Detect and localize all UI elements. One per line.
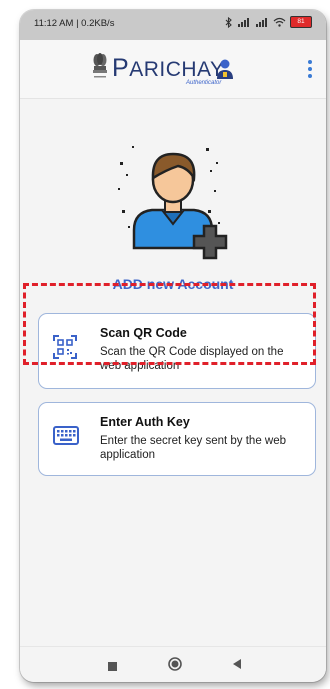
national-emblem-icon xyxy=(93,53,107,78)
wifi-icon xyxy=(273,17,286,27)
add-account-heading: ADD new Account xyxy=(112,276,234,292)
logo-subtitle: Authenticator xyxy=(186,80,222,86)
menu-dot xyxy=(308,67,312,71)
enter-auth-key-title: Enter Auth Key xyxy=(100,415,190,429)
enter-auth-key-description: Enter the secret key sent by the web app… xyxy=(100,435,287,461)
more-vertical-icon[interactable] xyxy=(306,60,314,80)
circle-home-icon[interactable] xyxy=(168,657,182,671)
square-recent-apps-icon[interactable] xyxy=(108,662,117,671)
keyboard-icon xyxy=(53,426,79,445)
scan-qr-title: Scan QR Code xyxy=(100,326,187,340)
triangle-back-icon[interactable] xyxy=(232,659,242,669)
status-icons: 81 xyxy=(225,16,312,28)
signal-icon xyxy=(238,18,249,27)
user-add-illustration xyxy=(118,146,228,260)
system-nav-bar xyxy=(20,646,326,682)
menu-dot xyxy=(308,74,312,78)
app-header: PARICHAY Authenticator xyxy=(20,40,326,99)
enter-auth-key-button[interactable]: Enter Auth Key Enter the secret key sent… xyxy=(38,402,316,476)
logo-word: ARICHAY xyxy=(129,58,225,81)
status-bar: 11:12 AM | 0.2KB/s 81 xyxy=(20,10,326,40)
logo-person-icon xyxy=(217,59,233,79)
menu-dot xyxy=(308,60,312,64)
logo-letter-p: P xyxy=(112,54,130,82)
logo-text: PARICHAY xyxy=(112,54,224,83)
qr-scan-icon xyxy=(53,335,77,359)
battery-icon: 81 xyxy=(290,16,312,28)
scan-qr-code-button[interactable]: Scan QR Code Scan the QR Code displayed … xyxy=(38,313,316,389)
scan-qr-description: Scan the QR Code displayed on the web ap… xyxy=(100,346,284,372)
signal-icon-2 xyxy=(256,18,267,27)
phone-frame: 11:12 AM | 0.2KB/s 81 PARICHAY Authentic… xyxy=(20,10,326,682)
status-time-speed: 11:12 AM | 0.2KB/s xyxy=(34,18,115,29)
bluetooth-icon xyxy=(225,16,232,28)
